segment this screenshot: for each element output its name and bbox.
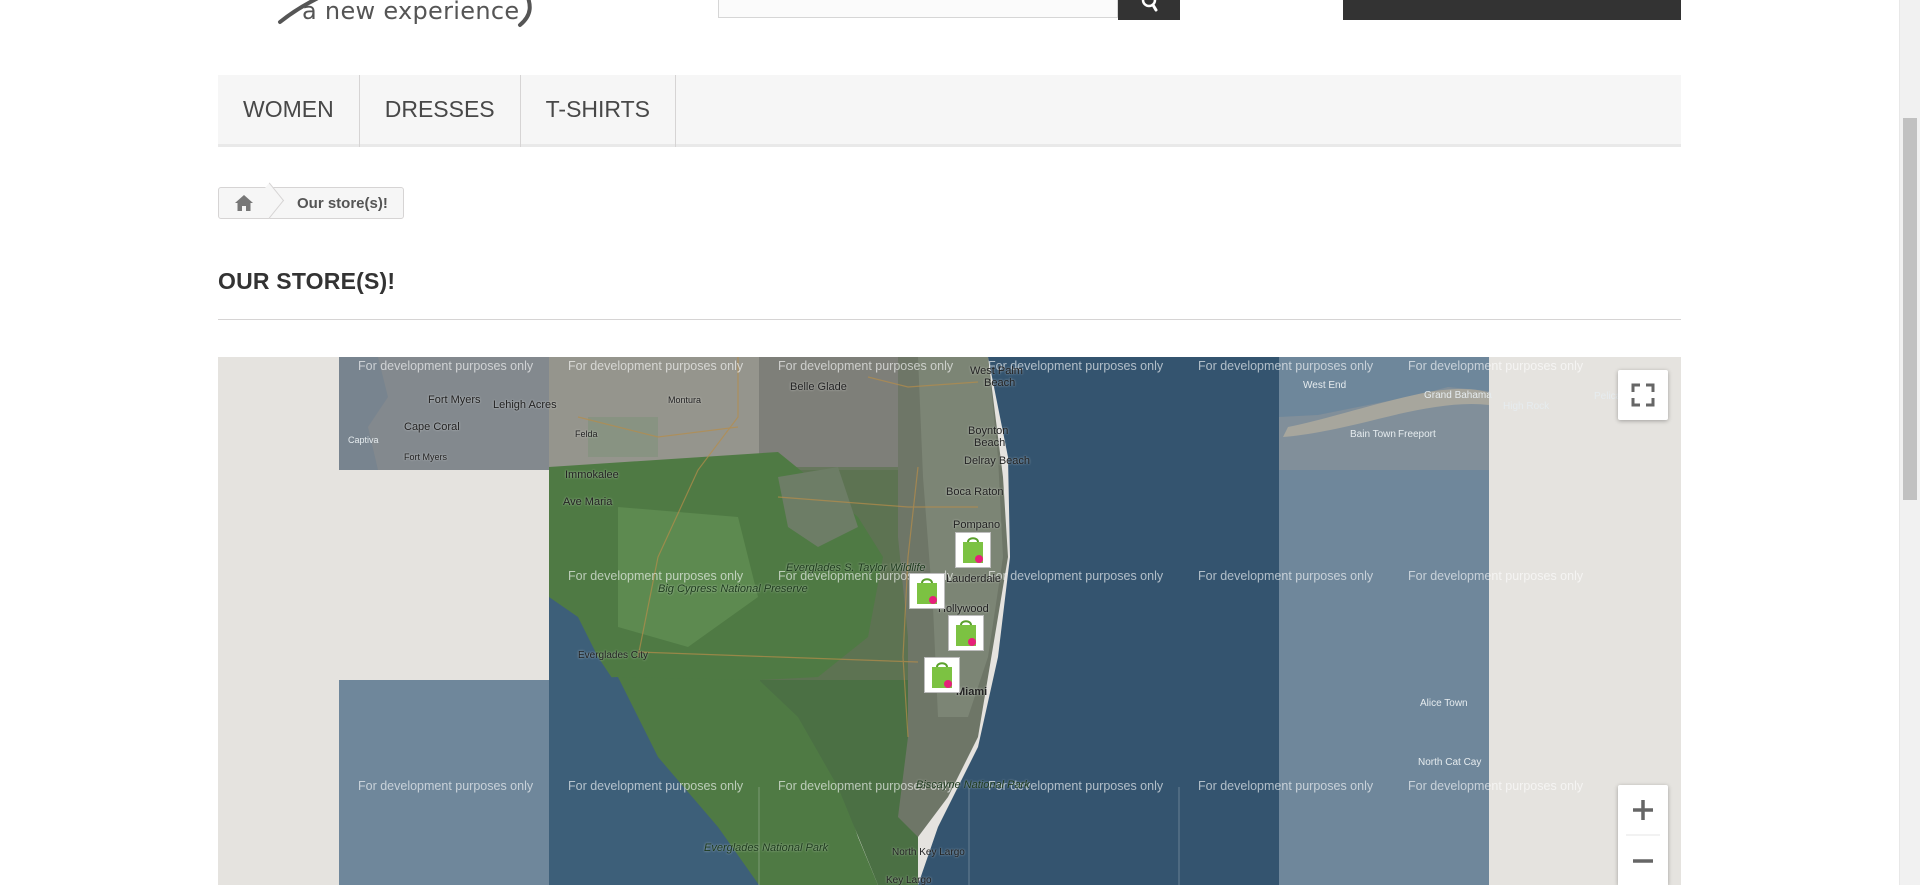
breadcrumb-home[interactable] bbox=[219, 188, 269, 218]
fullscreen-button[interactable] bbox=[1618, 370, 1668, 420]
search-icon bbox=[1141, 0, 1158, 12]
place-label: High Rock bbox=[1503, 401, 1550, 412]
dev-watermark: For development purposes only bbox=[1408, 569, 1584, 583]
fullscreen-icon bbox=[1631, 383, 1655, 407]
place-label: Cape Coral bbox=[404, 421, 460, 433]
place-label: Lauderdale bbox=[946, 573, 1002, 585]
dev-watermark: For development purposes only bbox=[568, 359, 744, 373]
dev-watermark: For development purposes only bbox=[568, 779, 744, 793]
shopping-bag-icon bbox=[932, 662, 952, 688]
place-label: West End bbox=[1303, 380, 1347, 391]
place-label: Beach bbox=[984, 377, 1016, 389]
scrollbar-thumb[interactable] bbox=[1903, 118, 1917, 500]
zoom-in-button[interactable] bbox=[1618, 785, 1668, 835]
page-scrollbar[interactable] bbox=[1899, 0, 1920, 885]
search-button[interactable] bbox=[1118, 0, 1180, 20]
place-label: Pompano bbox=[953, 519, 1001, 531]
place-label: Miami bbox=[956, 686, 988, 698]
place-label: Fort Myers bbox=[428, 394, 481, 406]
place-label: Lehigh Acres bbox=[493, 399, 557, 411]
top-menu: WOMEN DRESSES T-SHIRTS bbox=[218, 75, 1681, 147]
page: a new experience WOMEN DRESSES T-SHIRTS … bbox=[0, 0, 1920, 885]
store-marker[interactable] bbox=[948, 615, 984, 651]
page-title: OUR STORE(S)! bbox=[218, 268, 1681, 320]
dev-watermark: For development purposes only bbox=[1198, 779, 1374, 793]
dev-watermark: For development purposes only bbox=[358, 779, 534, 793]
dev-watermark: For development purposes only bbox=[1198, 569, 1374, 583]
place-label: Biscayne National Park bbox=[916, 779, 1030, 791]
shopping-bag-icon bbox=[963, 537, 983, 563]
place-label: Bain Town bbox=[1350, 429, 1396, 440]
place-label: Delray Beach bbox=[964, 455, 1031, 467]
place-label: Alice Town bbox=[1420, 698, 1468, 709]
dev-watermark: For development purposes only bbox=[358, 359, 534, 373]
menu-item-women[interactable]: WOMEN bbox=[218, 75, 360, 147]
place-label: Everglades National Park bbox=[704, 842, 829, 854]
place-label: Everglades S. Taylor Wildlife bbox=[786, 562, 926, 574]
place-label: Beach bbox=[974, 437, 1006, 449]
place-label: Ave Maria bbox=[563, 496, 613, 508]
place-label: Boca Raton bbox=[946, 486, 1004, 498]
place-label: Key Largo bbox=[886, 875, 932, 885]
place-label: Everglades City bbox=[578, 650, 649, 661]
store-marker[interactable] bbox=[909, 573, 945, 609]
dev-watermark: For development purposes only bbox=[1408, 359, 1584, 373]
cart-button[interactable] bbox=[1343, 0, 1681, 20]
place-label: Fort Myers bbox=[404, 452, 448, 462]
store-marker[interactable] bbox=[924, 657, 960, 693]
shopping-bag-icon bbox=[956, 620, 976, 646]
breadcrumb-current: Our store(s)! bbox=[297, 194, 388, 212]
place-label: Felda bbox=[575, 429, 598, 439]
store-map[interactable]: For development purposes only For develo… bbox=[218, 357, 1681, 885]
dev-watermark: For development purposes only bbox=[568, 569, 744, 583]
place-label: North Cat Cay bbox=[1418, 757, 1482, 768]
store-logo[interactable]: a new experience bbox=[270, 0, 610, 40]
place-label: Montura bbox=[668, 395, 702, 405]
place-label: Freeport bbox=[1398, 429, 1436, 440]
place-label: Belle Glade bbox=[790, 381, 847, 393]
place-label: Immokalee bbox=[565, 469, 619, 481]
place-label: Hollywood bbox=[938, 603, 989, 615]
store-marker[interactable] bbox=[955, 532, 991, 568]
home-icon bbox=[235, 195, 253, 211]
place-label: Captiva bbox=[348, 435, 379, 445]
shopping-bag-icon bbox=[917, 578, 937, 604]
menu-item-tshirts[interactable]: T-SHIRTS bbox=[521, 75, 677, 147]
breadcrumb: Our store(s)! bbox=[218, 187, 404, 219]
zoom-out-button[interactable] bbox=[1618, 835, 1668, 885]
place-label: North Key Largo bbox=[892, 847, 965, 858]
logo-tagline: a new experience bbox=[302, 0, 520, 25]
place-label: West Palm bbox=[970, 365, 1023, 377]
dev-watermark: For development purposes only bbox=[1408, 779, 1584, 793]
dev-watermark: For development purposes only bbox=[778, 359, 954, 373]
search-input[interactable] bbox=[718, 0, 1118, 18]
dev-watermark: For development purposes only bbox=[1198, 359, 1374, 373]
place-label: Grand Bahama bbox=[1424, 390, 1492, 401]
menu-item-dresses[interactable]: DRESSES bbox=[360, 75, 521, 147]
dev-watermark: For development purposes only bbox=[988, 569, 1164, 583]
place-label: Boynton bbox=[968, 425, 1009, 437]
place-label: Big Cypress National Preserve bbox=[658, 583, 808, 595]
